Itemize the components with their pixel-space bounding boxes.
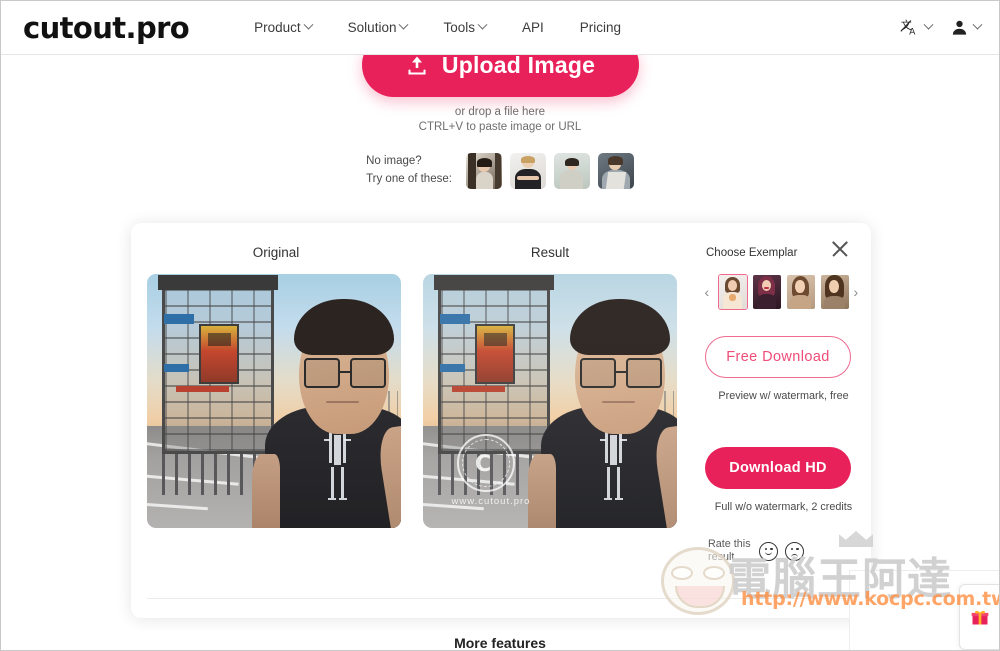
result-actions-rail: Choose Exemplar ‹ › Free Download Previe… [147, 223, 871, 618]
sample-prompt-line2: Try one of these: [366, 173, 452, 185]
browser-page: cutout.pro Product Solution Tools API Pr… [0, 0, 1000, 651]
nav-item-product-label: Product [254, 20, 301, 35]
exemplar-carousel: ‹ › [696, 271, 871, 313]
nav-item-api[interactable]: API [522, 20, 544, 35]
free-download-note: Preview w/ watermark, free [718, 390, 849, 402]
download-hd-button[interactable]: Download HD [705, 447, 851, 489]
nav-item-tools-label: Tools [443, 20, 475, 35]
main-navigation: Product Solution Tools API Pricing [254, 19, 621, 35]
user-icon [952, 20, 967, 35]
free-download-button[interactable]: Free Download [705, 336, 851, 378]
nav-item-product[interactable]: Product [254, 19, 314, 35]
language-selector[interactable]: 文 A [900, 18, 934, 38]
exemplar-2[interactable] [752, 274, 782, 310]
rate-result-label: Rate this result [708, 538, 751, 564]
chevron-down-icon [972, 19, 983, 30]
nav-item-api-label: API [521, 20, 544, 35]
site-logo[interactable]: cutout.pro [23, 11, 190, 45]
drop-hint: or drop a file here [454, 106, 546, 118]
card-divider [147, 598, 855, 599]
result-image: C www.cutout.pro [423, 274, 677, 528]
gift-widget-button[interactable] [959, 584, 999, 650]
account-menu[interactable] [950, 18, 983, 37]
original-image [147, 274, 401, 528]
nav-item-pricing-label: Pricing [579, 20, 622, 35]
rate-result-group: Rate this result [708, 538, 804, 565]
sad-face-icon[interactable] [785, 541, 804, 561]
download-hd-note: Full w/o watermark, 2 credits [714, 501, 853, 513]
sample-prompt: No image? Try one of these: [366, 153, 452, 189]
choose-exemplar-label: Choose Exemplar [706, 247, 798, 259]
nav-item-solution[interactable]: Solution [347, 19, 409, 35]
site-header: cutout.pro Product Solution Tools API Pr… [1, 1, 999, 55]
upload-section: Upload Image or drop a file here CTRL+V … [1, 33, 999, 133]
exemplar-1[interactable] [717, 274, 748, 310]
gift-icon [971, 610, 988, 625]
exemplar-4[interactable] [820, 274, 850, 310]
nav-item-tools[interactable]: Tools [443, 19, 488, 35]
chevron-down-icon [923, 19, 934, 30]
nav-item-solution-label: Solution [347, 20, 397, 35]
chevron-down-icon [477, 19, 488, 30]
upload-icon [408, 56, 426, 75]
sample-thumb-4[interactable] [597, 153, 634, 189]
sample-thumb-2[interactable] [509, 153, 546, 189]
upload-image-button-label: Upload Image [441, 51, 596, 78]
sample-thumb-1[interactable] [465, 153, 502, 189]
paste-hint: CTRL+V to paste image or URL [418, 121, 582, 133]
sample-thumb-3[interactable] [553, 153, 590, 189]
header-actions: 文 A [900, 18, 983, 38]
exemplar-3[interactable] [786, 274, 816, 310]
original-label: Original [252, 245, 300, 260]
sample-images-section: No image? Try one of these: [1, 153, 999, 189]
chevron-left-icon[interactable]: ‹ [705, 285, 714, 299]
svg-text:A: A [909, 26, 916, 37]
chevron-down-icon [303, 19, 314, 30]
chevron-down-icon [399, 19, 409, 30]
result-card: Original Result C www.cutout.pro Choose … [131, 223, 871, 618]
result-label: Result [530, 245, 570, 260]
sample-thumbnail-list [465, 153, 634, 189]
translate-icon: 文 A [900, 18, 916, 37]
chevron-right-icon[interactable]: › [854, 285, 863, 299]
sample-prompt-line1: No image? [366, 155, 422, 168]
nav-item-pricing[interactable]: Pricing [580, 20, 621, 35]
happy-face-icon[interactable] [759, 541, 778, 561]
